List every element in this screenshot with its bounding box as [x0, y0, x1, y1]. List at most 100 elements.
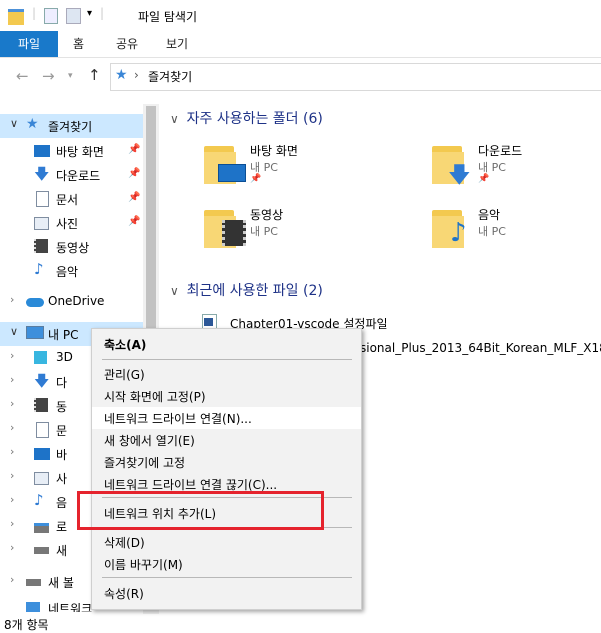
expand-chevron-icon[interactable]: › — [10, 493, 14, 506]
expand-chevron-icon[interactable]: › — [10, 397, 14, 410]
pin-icon: 📌 — [478, 174, 490, 184]
breadcrumb-quick-access[interactable]: 즐겨찾기 — [148, 68, 192, 85]
music-note-icon: ♪ — [450, 218, 467, 248]
expand-chevron-icon[interactable]: › — [10, 573, 14, 586]
menu-item-collapse[interactable]: 축소(A) — [92, 333, 361, 355]
menu-item-rename[interactable]: 이름 바꾸기(M) — [92, 553, 361, 575]
nav-item-downloads[interactable]: 🡇 다운로드 📌 — [0, 163, 143, 187]
nav-label: 문 — [56, 424, 68, 438]
nav-item-documents[interactable]: 문서 📌 — [0, 187, 143, 211]
computer-icon — [26, 326, 44, 339]
expand-chevron-icon[interactable]: ∨ — [10, 117, 18, 130]
folder-location: 내 PC — [250, 225, 278, 238]
expand-chevron-icon[interactable]: › — [10, 517, 14, 530]
pin-icon: 📌 — [250, 174, 262, 184]
network-icon — [26, 602, 40, 612]
folder-tile-desktop[interactable]: 바탕 화면 내 PC 📌 — [200, 138, 400, 194]
recent-files-header[interactable]: ∨ 최근에 사용한 파일 (2) — [170, 280, 323, 300]
desktop-icon — [34, 145, 50, 157]
folder-name: 다운로드 — [478, 144, 523, 158]
item-count: 8개 항목 — [4, 618, 49, 632]
nav-label: 새 — [56, 544, 68, 558]
nav-label: 다운로드 — [56, 169, 101, 183]
divider: | — [32, 6, 37, 20]
cloud-icon — [26, 298, 44, 307]
scrollbar-thumb[interactable] — [146, 106, 156, 336]
folder-tile-videos[interactable]: 동영상 내 PC — [200, 202, 400, 258]
expand-chevron-icon[interactable]: › — [10, 541, 14, 554]
folder-tile-music[interactable]: ♪ 음악 내 PC — [428, 202, 598, 258]
nav-label: 동 — [56, 400, 68, 414]
folder-tile-downloads[interactable]: 🡇 다운로드 내 PC 📌 — [428, 138, 598, 194]
desktop-icon — [34, 448, 50, 460]
star-icon: ★ — [26, 116, 39, 132]
back-arrow-icon[interactable]: ← — [16, 67, 29, 85]
pin-icon: 📌 — [128, 216, 141, 227]
nav-label: 로 — [56, 520, 68, 534]
folder-icon — [204, 206, 246, 250]
document-icon — [36, 422, 49, 438]
up-arrow-icon[interactable]: ↑ — [88, 66, 101, 84]
cube-3d-icon — [34, 351, 47, 364]
tab-view[interactable]: 보기 — [166, 31, 188, 57]
menu-item-properties[interactable]: 속성(R) — [92, 582, 361, 604]
menu-separator — [102, 359, 352, 360]
drive-icon — [34, 523, 49, 533]
recent-file-row[interactable]: sional_Plus_2013_64Bit_Korean_MLF_X18-55 — [360, 338, 601, 358]
star-icon: ★ — [115, 67, 128, 83]
menu-item-open-new-window[interactable]: 새 창에서 열기(E) — [92, 429, 361, 451]
nav-item-videos[interactable]: 동영상 — [0, 235, 143, 259]
customize-quick-access-icon[interactable]: ▾ — [87, 8, 92, 19]
folder-name: 음악 — [478, 208, 501, 222]
expand-chevron-icon[interactable]: › — [10, 445, 14, 458]
expand-chevron-icon[interactable]: › — [10, 293, 14, 306]
window-title: 파일 탐색기 — [138, 10, 198, 24]
nav-item-desktop[interactable]: 바탕 화면 📌 — [0, 139, 143, 163]
menu-item-delete[interactable]: 삭제(D) — [92, 531, 361, 553]
expand-chevron-icon[interactable]: ∨ — [10, 325, 18, 338]
nav-label: 내 PC — [48, 328, 79, 342]
menu-item-map-network-drive[interactable]: 네트워크 드라이브 연결(N)... — [92, 407, 361, 429]
folder-icon: 🡇 — [432, 142, 472, 188]
section-title: 자주 사용하는 폴더 (6) — [186, 111, 323, 127]
address-row: ← → ▾ ↑ ★ › 즐겨찾기 — [0, 57, 601, 97]
nav-item-music[interactable]: ♪ 음악 — [0, 259, 143, 283]
pictures-icon — [34, 217, 49, 230]
tab-file[interactable]: 파일 — [0, 31, 58, 57]
download-arrow-icon: 🡇 — [448, 163, 471, 188]
download-arrow-icon: 🡇 — [34, 165, 50, 183]
download-arrow-icon: 🡇 — [34, 372, 50, 390]
menu-item-pin-quick-access[interactable]: 즐겨찾기에 고정 — [92, 451, 361, 473]
nav-quick-access[interactable]: ∨ ★ 즐겨찾기 — [0, 114, 143, 138]
menu-item-pin-to-start[interactable]: 시작 화면에 고정(P) — [92, 385, 361, 407]
folder-icon: ♪ — [432, 206, 472, 250]
film-icon — [34, 239, 48, 253]
expand-chevron-icon[interactable]: › — [10, 373, 14, 386]
nav-item-pictures[interactable]: 사진 📌 — [0, 211, 143, 235]
properties-quick-icon[interactable] — [44, 8, 58, 24]
nav-onedrive[interactable]: › OneDrive — [0, 290, 143, 314]
nav-label: 새 볼 — [48, 576, 74, 590]
expand-chevron-icon[interactable]: › — [10, 469, 14, 482]
recent-locations-icon[interactable]: ▾ — [68, 71, 73, 81]
expand-chevron-icon[interactable]: › — [10, 349, 14, 362]
folder-app-icon — [8, 9, 24, 25]
tab-share[interactable]: 공유 — [116, 31, 138, 57]
music-note-icon: ♪ — [34, 491, 44, 509]
nav-label: 동영상 — [56, 241, 90, 255]
address-bar[interactable]: ★ › 즐겨찾기 — [110, 63, 601, 91]
tab-home[interactable]: 홈 — [73, 31, 84, 57]
folder-location: 내 PC — [478, 225, 506, 238]
folder-name: 동영상 — [250, 208, 284, 222]
menu-item-manage[interactable]: 관리(G) — [92, 363, 361, 385]
pin-icon: 📌 — [128, 192, 141, 203]
collapse-chevron-icon[interactable]: ∨ — [170, 112, 179, 126]
frequent-folders-header[interactable]: ∨ 자주 사용하는 폴더 (6) — [170, 108, 323, 128]
collapse-chevron-icon[interactable]: ∨ — [170, 284, 179, 298]
divider: | — [100, 6, 105, 20]
expand-chevron-icon[interactable]: › — [10, 421, 14, 434]
folder-icon — [204, 142, 246, 186]
nav-label: 사진 — [56, 217, 79, 231]
new-folder-quick-icon[interactable] — [66, 8, 81, 24]
forward-arrow-icon[interactable]: → — [42, 67, 55, 85]
